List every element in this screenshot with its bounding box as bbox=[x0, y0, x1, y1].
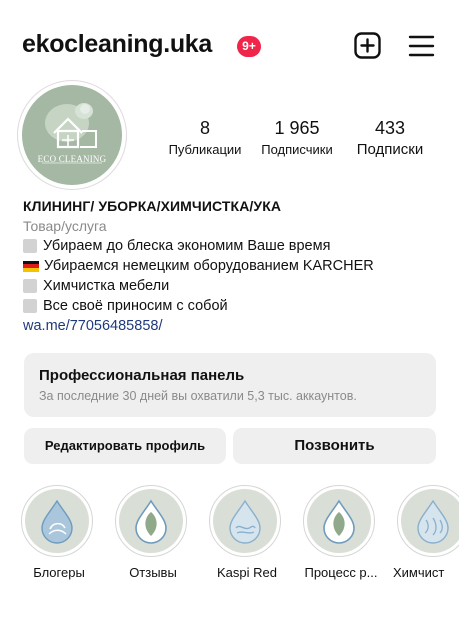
highlight-ring bbox=[21, 485, 93, 557]
avatar-logo-text: ECO CLEANING bbox=[37, 154, 107, 164]
highlight-label: Отзывы bbox=[129, 565, 177, 580]
profile-category: Товар/услуга bbox=[23, 218, 107, 234]
highlight-item[interactable]: Процесс р... bbox=[303, 485, 379, 580]
stat-posts[interactable]: 8 Публикации bbox=[160, 117, 250, 159]
top-bar: ekocleaning.uka 9+ bbox=[0, 0, 459, 90]
bio-line-text: Химчистка мебели bbox=[43, 278, 170, 294]
bio-line-text: Все своё приносим с собой bbox=[43, 298, 228, 314]
edit-profile-button[interactable]: Редактировать профиль bbox=[24, 428, 226, 464]
germany-flag-icon bbox=[23, 260, 39, 272]
highlight-item[interactable]: Химчист bbox=[393, 485, 459, 580]
highlight-ring bbox=[209, 485, 281, 557]
highlight-label: Процесс р... bbox=[304, 565, 378, 580]
highlight-cover bbox=[401, 489, 459, 553]
professional-dashboard-title: Профессиональная панель bbox=[39, 367, 245, 384]
water-drop-icon bbox=[41, 499, 73, 544]
highlight-ring bbox=[303, 485, 375, 557]
posts-label: Публикации bbox=[168, 142, 242, 157]
highlight-cover bbox=[25, 489, 89, 553]
professional-dashboard[interactable]: Профессиональная панель За последние 30 … bbox=[24, 353, 436, 417]
stat-following[interactable]: 433 Подписки bbox=[345, 117, 435, 159]
eco-cleaning-logo-icon bbox=[42, 103, 102, 164]
highlight-item[interactable]: Kaspi Red bbox=[209, 485, 285, 580]
water-drop-icon bbox=[417, 499, 449, 544]
square-icon bbox=[23, 279, 37, 293]
menu-button[interactable] bbox=[407, 31, 437, 61]
highlight-ring bbox=[397, 485, 459, 557]
square-icon bbox=[23, 299, 37, 313]
highlight-label: Химчист bbox=[393, 565, 445, 580]
highlight-item[interactable]: Блогеры bbox=[21, 485, 97, 580]
leaf-drop-icon bbox=[323, 499, 355, 544]
highlight-cover bbox=[213, 489, 277, 553]
account-username[interactable]: ekocleaning.uka bbox=[22, 30, 212, 59]
followers-label: Подписчики bbox=[261, 142, 333, 157]
stat-followers[interactable]: 1 965 Подписчики bbox=[252, 117, 342, 159]
leaf-drop-icon bbox=[135, 499, 167, 544]
hamburger-menu-icon bbox=[408, 35, 435, 57]
bio-line: Химчистка мебели bbox=[23, 276, 443, 296]
highlight-cover bbox=[307, 489, 371, 553]
call-button[interactable]: Позвонить bbox=[233, 428, 436, 464]
bio-line-text: Убираем до блеска экономим Ваше время bbox=[43, 238, 331, 254]
highlight-item[interactable]: Отзывы bbox=[115, 485, 191, 580]
following-label: Подписки bbox=[356, 141, 424, 158]
avatar[interactable]: ECO CLEANING bbox=[22, 85, 122, 185]
create-post-button[interactable] bbox=[353, 31, 383, 61]
bio-line-text: Убираемся немецким оборудованием KARCHER bbox=[44, 258, 374, 274]
highlight-cover bbox=[119, 489, 183, 553]
highlight-ring bbox=[115, 485, 187, 557]
water-drop-icon bbox=[229, 499, 261, 544]
bio-line: Все своё приносим с собой bbox=[23, 296, 443, 316]
highlight-label: Kaspi Red bbox=[217, 565, 277, 580]
posts-count: 8 bbox=[199, 118, 210, 138]
plus-square-icon bbox=[354, 32, 381, 59]
notifications-badge[interactable]: 9+ bbox=[237, 36, 261, 57]
bio-line: Убираемся немецким оборудованием KARCHER bbox=[23, 256, 443, 276]
profile-bio: КЛИНИНГ/ УБОРКА/ХИМЧИСТКА/УКА Товар/услу… bbox=[23, 197, 443, 337]
whatsapp-link[interactable]: wa.me/77056485858/ bbox=[23, 316, 443, 337]
highlight-label: Блогеры bbox=[33, 565, 85, 580]
bio-line: Убираем до блеска экономим Ваше время bbox=[23, 236, 443, 256]
profile-name: КЛИНИНГ/ УБОРКА/ХИМЧИСТКА/УКА bbox=[23, 198, 282, 214]
square-icon bbox=[23, 239, 37, 253]
professional-dashboard-subtitle: За последние 30 дней вы охватили 5,3 тыс… bbox=[39, 389, 357, 403]
following-count: 433 bbox=[374, 118, 406, 138]
followers-count: 1 965 bbox=[274, 118, 320, 138]
